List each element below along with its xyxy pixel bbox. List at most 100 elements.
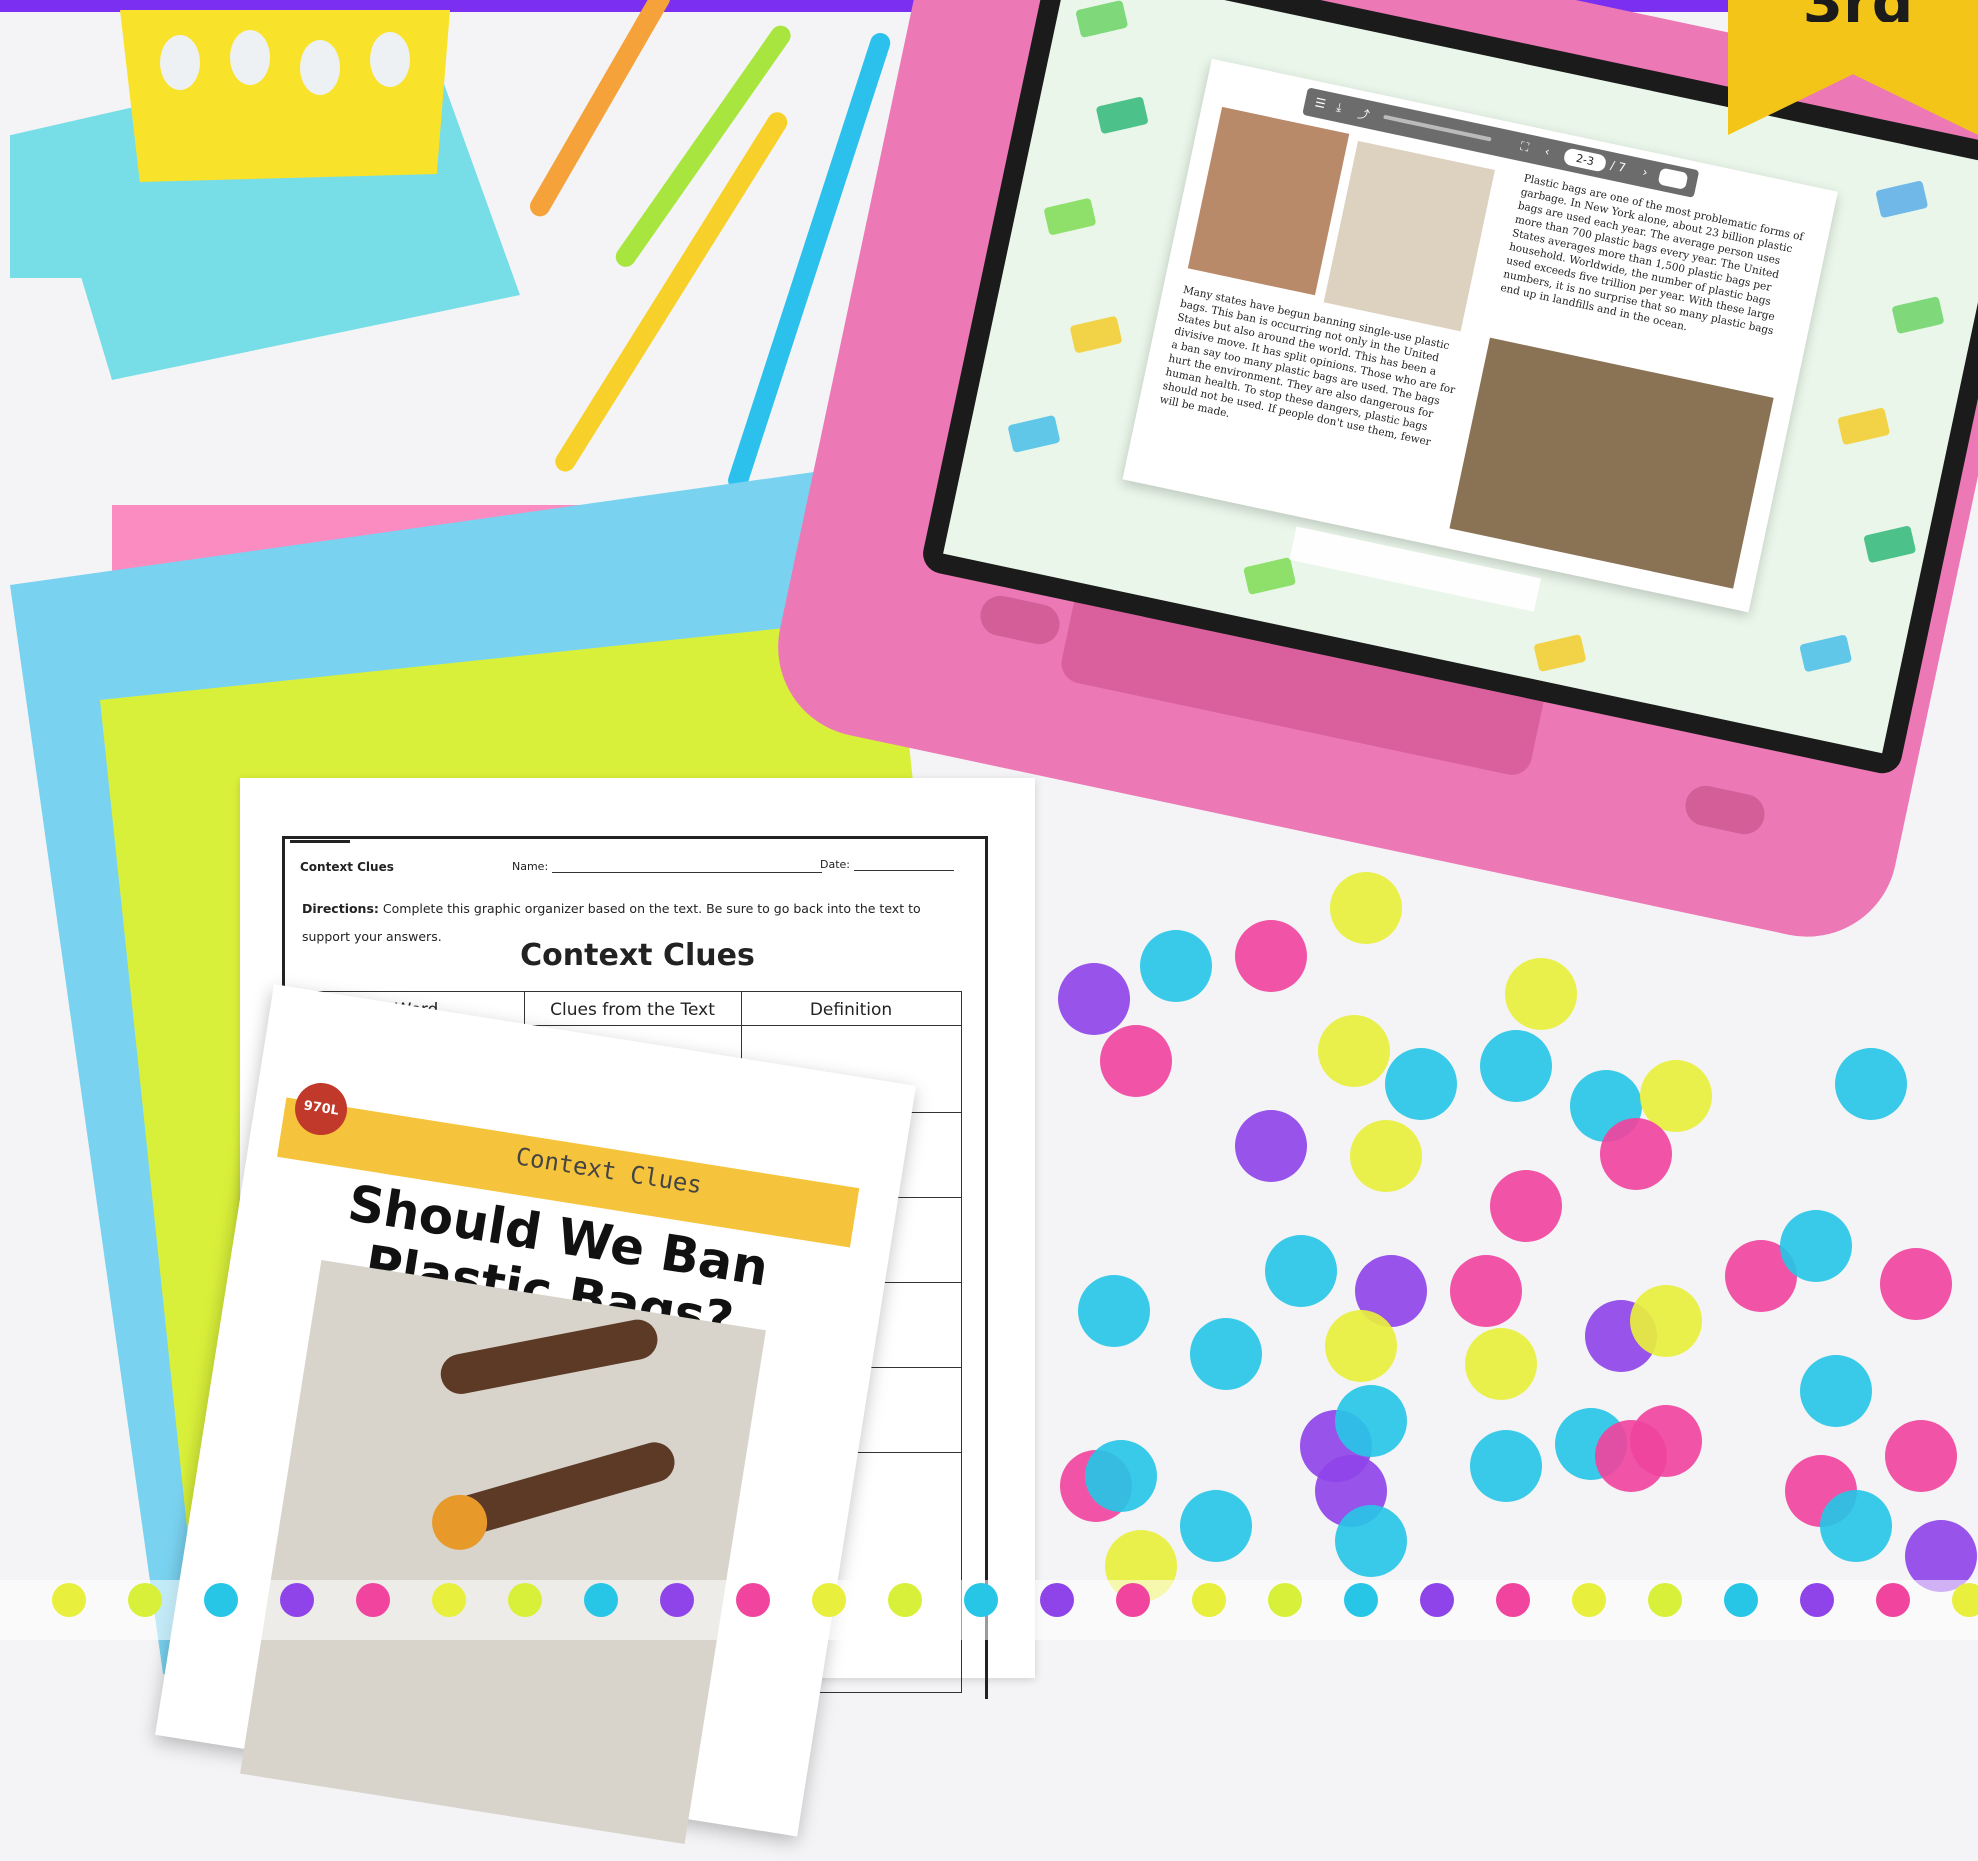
crown-cutout-hole (160, 35, 200, 90)
border-dot (964, 1583, 998, 1617)
date-field[interactable] (854, 870, 954, 871)
tablet-device: ☰ ⤓ ⤴ ⛶ ‹ 2-3 / 7 › Many states have beg… (761, 0, 1978, 954)
menu-icon[interactable]: ☰ (1314, 95, 1327, 111)
border-dot (1724, 1583, 1758, 1617)
confetti-dot (1470, 1430, 1542, 1502)
border-dot (736, 1583, 770, 1617)
confetti-dot (1885, 1420, 1957, 1492)
next-page-icon[interactable]: › (1641, 165, 1649, 180)
leaf-pattern (1533, 634, 1587, 673)
worksheet-title: Context Clues (520, 938, 755, 973)
border-dot (204, 1583, 238, 1617)
plastic-bag-photo-brown (1187, 106, 1350, 296)
leaf-pattern (1875, 180, 1929, 219)
border-dot (1040, 1583, 1074, 1617)
dot-border-row (0, 1583, 1978, 1619)
confetti-dot (1800, 1355, 1872, 1427)
leaf-pattern (1799, 634, 1853, 673)
confetti-dot (1235, 1110, 1307, 1182)
border-dot (508, 1583, 542, 1617)
confetti-dot (1835, 1048, 1907, 1120)
border-dot (1496, 1583, 1530, 1617)
leaf-pattern (1007, 414, 1061, 453)
confetti-dot (1330, 872, 1402, 944)
plastic-bag-photo-white (1323, 140, 1495, 332)
border-dot (1648, 1583, 1682, 1617)
border-dot (1268, 1583, 1302, 1617)
border-dot (660, 1583, 694, 1617)
confetti-dot (1180, 1490, 1252, 1562)
directions-label: Directions: (302, 901, 379, 916)
leaf-pattern (1863, 525, 1917, 564)
crown-cutout-hole (300, 40, 340, 95)
border-dot (1420, 1583, 1454, 1617)
confetti-dot (1335, 1505, 1407, 1577)
confetti-dot (1140, 930, 1212, 1002)
leaf-pattern (1075, 0, 1129, 38)
booklet-cover-photo (240, 1259, 766, 1844)
share-icon[interactable]: ⤴ (1356, 104, 1371, 123)
leaf-pattern (1243, 556, 1297, 596)
leaf-pattern (1043, 197, 1097, 236)
name-label: Name: (512, 860, 549, 873)
confetti-dot (1820, 1490, 1892, 1562)
confetti-dot (1318, 1015, 1390, 1087)
hand-photo-element (437, 1316, 661, 1398)
confetti-dot (1490, 1170, 1562, 1242)
download-icon[interactable]: ⤓ (1335, 100, 1343, 116)
border-dot (128, 1583, 162, 1617)
confetti-dot (1078, 1275, 1150, 1347)
confetti-dot (1630, 1285, 1702, 1357)
header-tally-mark (290, 840, 350, 861)
border-dot (1952, 1583, 1978, 1617)
page-total: / 7 (1609, 158, 1628, 175)
confetti-dot (1350, 1120, 1422, 1192)
confetti-dot (1465, 1328, 1537, 1400)
column-header-clues: Clues from the Text (550, 1000, 715, 1020)
border-dot (812, 1583, 846, 1617)
worksheet-header-label: Context Clues (300, 860, 394, 874)
confetti-dot (1235, 920, 1307, 992)
border-dot (584, 1583, 618, 1617)
confetti-dot (1335, 1385, 1407, 1457)
crown-cutout-hole (370, 32, 410, 87)
confetti-dot (1630, 1405, 1702, 1477)
border-dot (280, 1583, 314, 1617)
fullscreen-icon[interactable]: ⛶ (1519, 139, 1530, 155)
confetti-dot (1480, 1030, 1552, 1102)
leaf-pattern (1837, 407, 1891, 446)
page-number-input[interactable]: 2-3 (1562, 147, 1608, 173)
confetti-dot (1880, 1248, 1952, 1320)
column-header-definition: Definition (809, 1000, 893, 1020)
border-dot (1192, 1583, 1226, 1617)
border-dot (1572, 1583, 1606, 1617)
confetti-dot (1325, 1310, 1397, 1382)
leaf-pattern (1891, 296, 1945, 335)
border-dot (1116, 1583, 1150, 1617)
article-booklet-cover: 970L Context Clues Should We Ban Plastic… (155, 984, 916, 1844)
border-dot (1876, 1583, 1910, 1617)
search-box[interactable] (1657, 167, 1689, 190)
previous-page-icon[interactable]: ‹ (1544, 144, 1552, 159)
border-dot (888, 1583, 922, 1617)
confetti-dot (1058, 963, 1130, 1035)
name-field[interactable] (552, 872, 822, 873)
confetti-dot (1505, 958, 1577, 1030)
confetti-dot (1780, 1210, 1852, 1282)
confetti-dot (1265, 1235, 1337, 1307)
confetti-dot (1450, 1255, 1522, 1327)
flipbook-spread: ☰ ⤓ ⤴ ⛶ ‹ 2-3 / 7 › Many states have beg… (1122, 58, 1838, 613)
confetti-dot (1385, 1048, 1457, 1120)
grade-corner-label: 3rd (1748, 0, 1968, 22)
confetti-dot (1600, 1118, 1672, 1190)
border-dot (356, 1583, 390, 1617)
border-dot (1344, 1583, 1378, 1617)
border-dot (52, 1583, 86, 1617)
confetti-dot (1100, 1025, 1172, 1097)
border-dot (432, 1583, 466, 1617)
leaf-pattern (1069, 315, 1123, 354)
zoom-slider[interactable] (1383, 114, 1492, 142)
confetti-dot (1085, 1440, 1157, 1512)
leaf-pattern (1095, 96, 1149, 135)
confetti-dot (1190, 1318, 1262, 1390)
